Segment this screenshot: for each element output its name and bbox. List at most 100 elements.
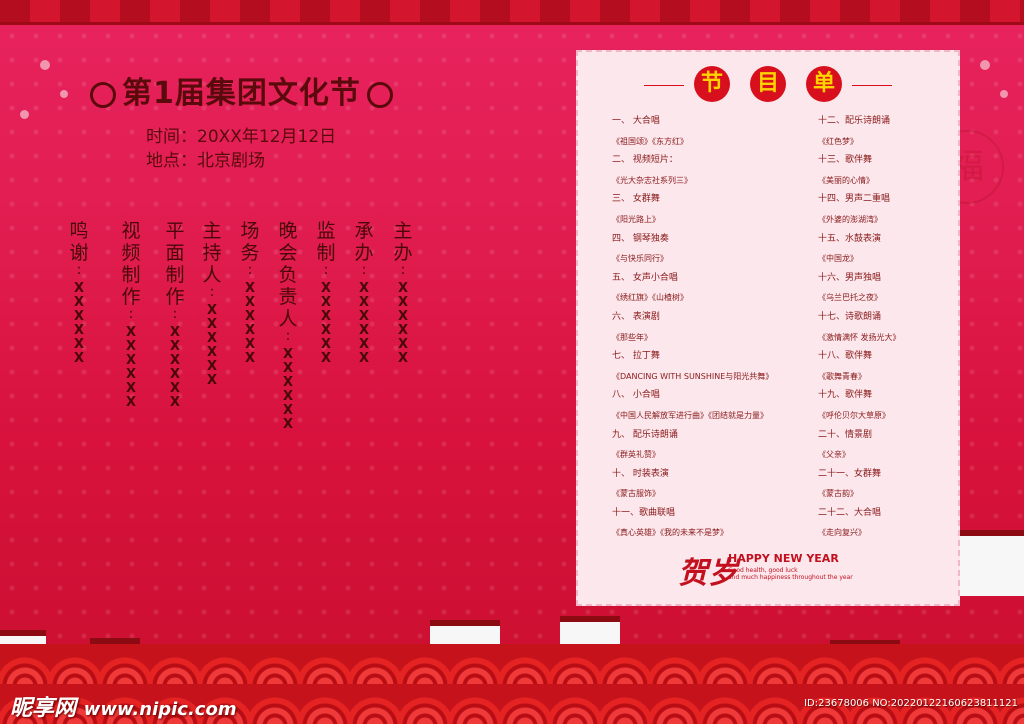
program-item: 《父亲》 [818,450,850,460]
circle-ornament-icon [90,81,116,108]
watermark-url: www.nipic.com [83,699,237,720]
event-place: 地点：北京剧场 [146,151,265,171]
program-item: 十五、水鼓表演 [818,233,882,244]
staff-column-host-person: 主持人: XXXXXX [199,220,225,388]
event-title-text: 第1届集团文化节 [122,76,361,111]
staff-column-thanks: 鸣谢: XXXXXX [66,220,92,366]
watermark-id: ID:23678006 NO:20220122160623811121 [804,698,1018,709]
program-item: 九、 配乐诗朗诵 [612,429,678,440]
staff-name: XXXXXX [283,347,294,432]
program-item: 《光大杂志社系列三》 [612,175,692,185]
staff-name: XXXXXX [126,325,137,410]
program-item: 二十、情景剧 [818,429,873,440]
program-item: 《与快乐同行》 [612,254,668,264]
program-item: 《群英礼赞》 [612,450,660,460]
program-item: 十一、歌曲联唱 [612,507,676,518]
title-char: 节 [694,66,730,102]
watermark-brand-name: 昵享网 [10,696,77,721]
program-item: 《走向复兴》 [818,528,866,538]
house-icon [960,530,1024,596]
staff-column-stage: 场务: XXXXXX [237,220,263,366]
title-divider [644,85,684,86]
program-item: 《红色梦》 [818,136,858,146]
program-item: 《乌兰巴托之夜》 [818,293,882,303]
plum-blossom-icon [980,60,990,70]
program-item: 《外婆的澎湖湾》 [818,214,882,224]
greeting-line-1: Good health, good luck [728,567,798,574]
top-decorative-border [0,0,1024,25]
program-item: 《真心英雄》《我的未来不是梦》 [612,528,728,538]
staff-column-supervisor: 监制: XXXXXX [313,220,339,366]
plum-blossom-icon [20,110,29,119]
program-item: 十二、配乐诗朗诵 [818,116,891,126]
program-item: 一、 大合唱 [612,116,660,126]
program-item: 十三、歌伴舞 [818,155,873,166]
program-item: 《中国人民解放军进行曲》《团结就是力量》 [612,410,768,420]
program-panel: 节目单 一、 大合唱 《祖国颂》《东方红》 二、 视频短片： 《光大杂志社系列三… [576,50,960,606]
plum-blossom-icon [1000,90,1008,98]
staff-role: 监制 [316,220,336,264]
staff-role: 鸣谢 [69,220,89,264]
staff-role: 视频制作 [121,220,141,308]
program-item: 《呼伦贝尔大草原》 [818,410,890,420]
staff-name: XXXXXX [74,281,85,366]
title-divider [852,85,892,86]
plum-blossom-icon [40,60,50,70]
program-item: 十、 时装表演 [612,468,669,479]
program-item: 二十一、女群舞 [818,468,882,479]
plum-blossom-icon [60,90,68,98]
staff-role: 承办 [354,220,374,264]
staff-name: XXXXXX [245,281,256,366]
staff-column-organizer: 承办: XXXXXX [351,220,377,366]
program-item: 《那些年》 [612,332,652,342]
program-title: 节目单 [578,66,958,102]
program-item: 《祖国颂》《东方红》 [612,136,688,146]
program-list-right: 十二、配乐诗朗诵 《红色梦》 十三、歌伴舞 《美丽的心情》 十四、男声二重唱 《… [818,112,901,543]
program-item: 四、 钢琴独奏 [612,233,669,244]
event-time: 时间：20XX年12月12日 [146,127,337,147]
program-item: 《蒙古服饰》 [612,489,660,499]
program-item: 十四、男声二重唱 [818,194,891,205]
program-item: 二十二、大合唱 [818,507,882,518]
program-item: 《激情满怀 发扬光大》 [818,332,901,342]
program-item: 二、 视频短片： [612,155,678,166]
program-item: 七、 拉丁舞 [612,351,660,362]
staff-column-video: 视频制作: XXXXXX [118,220,144,410]
title-char: 目 [750,66,786,102]
staff-role: 主持人 [202,220,222,286]
staff-name: XXXXXX [207,303,218,388]
program-item: 《阳光路上》 [612,214,660,224]
greeting-line-2: and much happiness throughout the year [728,574,853,581]
staff-role: 平面制作 [165,220,185,308]
new-year-greeting: 贺岁 HAPPY NEW YEAR Good health, good luck… [678,548,878,591]
event-title: 第1届集团文化节 [84,68,399,112]
circle-ornament-icon [366,81,393,108]
staff-name: XXXXXX [398,281,409,366]
program-item: 八、 小合唱 [612,390,660,401]
staff-role: 主办 [393,220,413,264]
watermark-brand: 昵享网 www.nipic.com [10,690,237,722]
staff-name: XXXXXX [359,281,370,366]
staff-name: XXXXXX [170,325,181,410]
staff-column-graphics: 平面制作: XXXXXX [162,220,188,410]
program-item: 十九、歌伴舞 [818,390,873,401]
program-item: 《DANCING WITH SUNSHINE与阳光共舞》 [612,371,774,381]
program-item: 六、 表演剧 [612,311,660,322]
program-list-left: 一、 大合唱 《祖国颂》《东方红》 二、 视频短片： 《光大杂志社系列三》 三、… [612,112,773,543]
program-item: 五、 女声小合唱 [612,272,678,283]
program-item: 《美丽的心情》 [818,175,874,185]
program-item: 《绣红旗》《山楂树》 [612,293,688,303]
program-item: 十七、诗歌朗诵 [818,311,882,322]
program-item: 三、 女群舞 [612,194,660,205]
title-char: 单 [806,66,842,102]
staff-role: 场务 [240,220,260,264]
greeting-headline: HAPPY NEW YEAR [728,552,839,565]
program-item: 《中国龙》 [818,254,858,264]
staff-column-gala-lead: 晚会负责人: XXXXXX [275,220,301,432]
program-item: 《蒙古韵》 [818,489,858,499]
program-item: 十六、男声独唱 [818,272,882,283]
staff-role: 晚会负责人 [278,220,298,330]
program-item: 十八、歌伴舞 [818,351,873,362]
staff-column-host: 主办: XXXXXX [390,220,416,366]
staff-name: XXXXXX [321,281,332,366]
